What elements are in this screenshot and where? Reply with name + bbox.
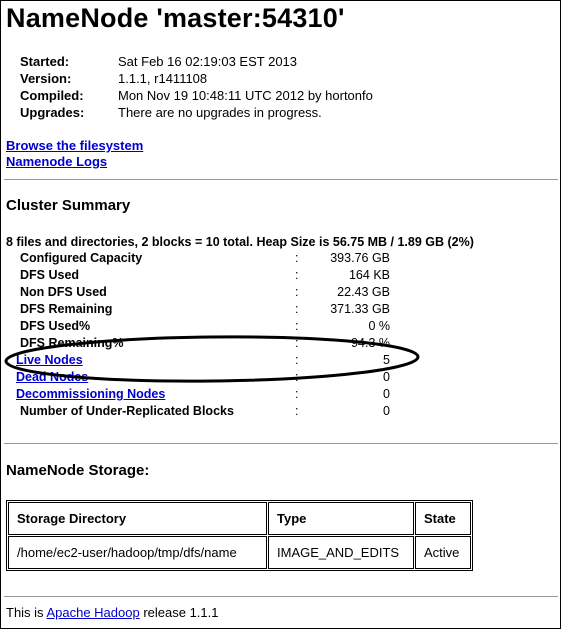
summary-separator: : [295, 285, 299, 299]
info-value: 1.1.1, r1411108 [118, 71, 208, 86]
summary-label: DFS Remaining [20, 302, 113, 316]
divider [4, 179, 558, 180]
navigation-links: Browse the filesystem Namenode Logs [6, 138, 143, 170]
summary-separator: : [295, 251, 299, 265]
storage-cell: Active [415, 536, 471, 569]
storage-header-cell: Type [268, 502, 414, 535]
divider [4, 443, 558, 444]
namenode-logs-link[interactable]: Namenode Logs [6, 154, 143, 170]
storage-cell: IMAGE_AND_EDITS [268, 536, 414, 569]
info-key: Upgrades: [20, 105, 85, 120]
cluster-summary-line: 8 files and directories, 2 blocks = 10 t… [6, 235, 474, 249]
apache-hadoop-link[interactable]: Apache Hadoop [46, 605, 139, 620]
summary-value: 164 KB [348, 268, 390, 282]
storage-cell: /home/ec2-user/hadoop/tmp/dfs/name [8, 536, 267, 569]
info-key: Version: [20, 71, 72, 86]
info-row-compiled: Compiled: Mon Nov 19 10:48:11 UTC 2012 b… [20, 87, 373, 104]
summary-value: 0 [383, 404, 390, 418]
summary-label: Non DFS Used [20, 285, 107, 299]
info-key: Started: [20, 54, 70, 69]
footer-suffix: release 1.1.1 [139, 605, 219, 620]
highlight-ellipse [4, 335, 420, 383]
divider [4, 596, 558, 597]
summary-value: 371.33 GB [330, 302, 390, 316]
summary-value: 393.76 GB [330, 251, 390, 265]
storage-header-cell: Storage Directory [8, 502, 267, 535]
summary-separator: : [295, 302, 299, 316]
summary-label: Number of Under-Replicated Blocks [20, 404, 234, 418]
info-value: Sat Feb 16 02:19:03 EST 2013 [118, 54, 298, 69]
footer-prefix: This is [6, 605, 47, 620]
info-key: Compiled: [20, 88, 84, 103]
cluster-summary-heading: Cluster Summary [6, 197, 131, 214]
namenode-info-table: Started: Sat Feb 16 02:19:03 EST 2013 Ve… [20, 53, 373, 121]
storage-header-row: Storage Directory Type State [8, 502, 471, 535]
storage-header-cell: State [415, 502, 471, 535]
summary-label: Configured Capacity [20, 251, 143, 265]
info-row-version: Version: 1.1.1, r1411108 [20, 70, 373, 87]
summary-separator: : [295, 268, 299, 282]
summary-separator: : [295, 404, 299, 418]
info-value: There are no upgrades in progress. [118, 105, 322, 120]
footer: This is Apache Hadoop release 1.1.1 [6, 605, 219, 620]
info-row-upgrades: Upgrades: There are no upgrades in progr… [20, 104, 373, 121]
info-row-started: Started: Sat Feb 16 02:19:03 EST 2013 [20, 53, 373, 70]
summary-label: DFS Used [20, 268, 80, 282]
namenode-storage-heading: NameNode Storage: [6, 462, 150, 479]
storage-table: Storage Directory Type State /home/ec2-u… [6, 500, 473, 571]
summary-value: 22.43 GB [337, 285, 390, 299]
storage-row: /home/ec2-user/hadoop/tmp/dfs/name IMAGE… [8, 536, 471, 569]
browse-filesystem-link[interactable]: Browse the filesystem [6, 138, 143, 154]
page-title: NameNode 'master:54310' [6, 3, 345, 33]
info-value: Mon Nov 19 10:48:11 UTC 2012 by hortonfo [118, 88, 373, 103]
